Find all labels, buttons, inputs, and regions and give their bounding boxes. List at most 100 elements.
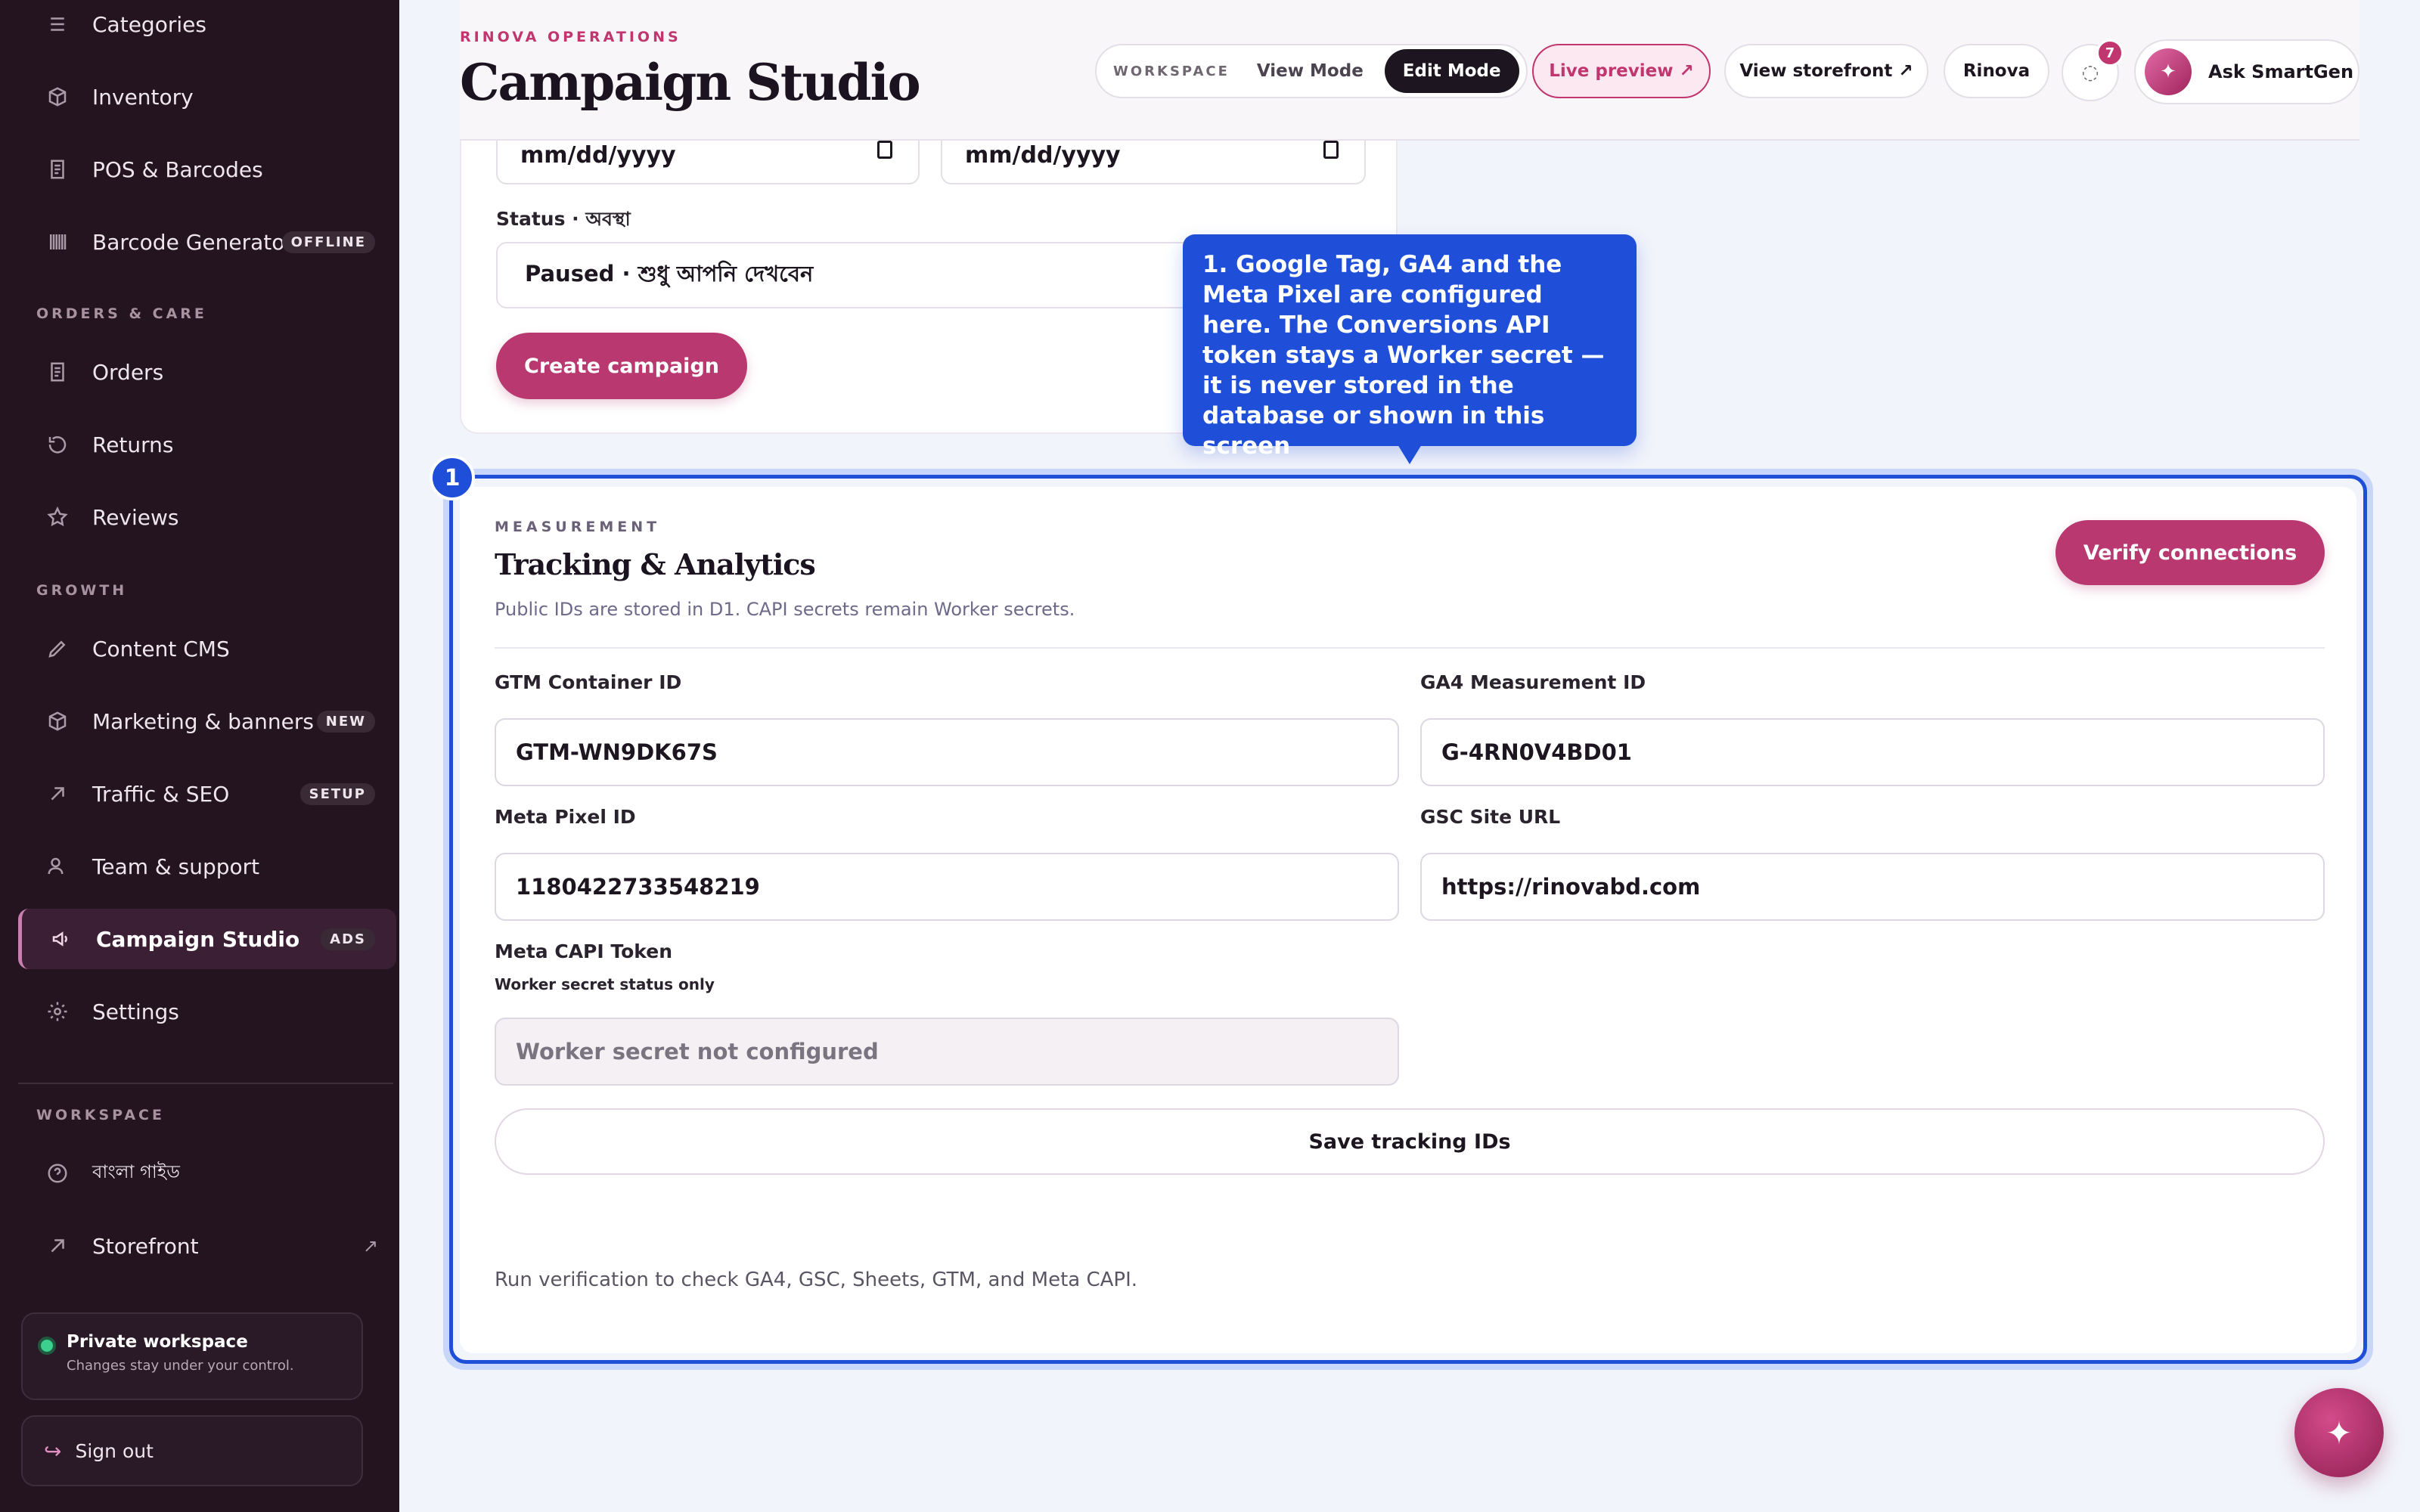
- tracking-analytics-card: MEASUREMENT Tracking & Analytics Public …: [460, 487, 2356, 1353]
- sidebar-item-inventory[interactable]: Inventory: [18, 67, 396, 127]
- start-date-placeholder: mm/dd/yyyy: [520, 141, 676, 169]
- status-badge: OFFLINE: [281, 231, 375, 253]
- users-icon: [42, 851, 73, 881]
- mode-toggle-label: WORKSPACE: [1113, 63, 1230, 79]
- megaphone-icon: [46, 924, 76, 954]
- verification-hint: Run verification to check GA4, GSC, Shee…: [495, 1269, 1138, 1291]
- box-icon: [42, 706, 73, 736]
- meta-capi-sublabel: Worker secret status only: [495, 975, 715, 993]
- sidebar-item-marketing-banners[interactable]: Marketing & banners NEW: [18, 691, 396, 751]
- status-dot-icon: [41, 1340, 53, 1352]
- meta-pixel-id-input[interactable]: 1180422733548219: [495, 853, 1399, 921]
- create-campaign-button[interactable]: Create campaign: [496, 333, 747, 399]
- verify-connections-button[interactable]: Verify connections: [2055, 520, 2325, 585]
- notification-count-badge: 7: [2096, 39, 2124, 67]
- sidebar-item-team-support[interactable]: Team & support: [18, 836, 396, 897]
- help-circle-icon: [42, 1158, 73, 1188]
- sidebar-item-traffic-seo[interactable]: Traffic & SEO SETUP: [18, 764, 396, 824]
- sign-out-label: Sign out: [75, 1439, 154, 1462]
- gsc-label: GSC Site URL: [1420, 806, 1561, 828]
- sidebar-item-pos-barcodes[interactable]: POS & Barcodes: [18, 139, 396, 200]
- end-date-placeholder: mm/dd/yyyy: [965, 141, 1121, 169]
- private-workspace-card: Private workspace Changes stay under you…: [21, 1312, 363, 1400]
- sidebar-item-label: Storefront: [92, 1233, 199, 1259]
- tour-tooltip: 1. Google Tag, GA4 and the Meta Pixel ar…: [1183, 234, 1637, 460]
- live-preview-button[interactable]: Live preview ↗: [1532, 44, 1711, 98]
- view-storefront-button[interactable]: View storefront ↗: [1724, 44, 1928, 98]
- sidebar-item-orders[interactable]: Orders: [18, 342, 396, 402]
- sidebar-item-label: Inventory: [92, 84, 194, 110]
- store-switcher-button[interactable]: Rinova: [1944, 44, 2049, 98]
- barcode-icon: [42, 227, 73, 257]
- sidebar-item-content-cms[interactable]: Content CMS: [18, 618, 396, 679]
- tour-step-badge: 1: [430, 455, 475, 500]
- meta-capi-token-field: Worker secret not configured: [495, 1018, 1399, 1086]
- refresh-icon: [42, 429, 73, 460]
- sidebar-item-campaign-studio[interactable]: Campaign Studio ADS: [18, 909, 396, 969]
- ask-smartgen-button[interactable]: ✦ Ask SmartGen: [2134, 39, 2360, 104]
- section-subtitle: Public IDs are stored in D1. CAPI secret…: [495, 599, 1075, 620]
- tour-tooltip-arrow: [1398, 445, 1422, 464]
- private-workspace-title: Private workspace: [67, 1332, 248, 1352]
- receipt-icon: [42, 154, 73, 184]
- sidebar-item-label: Team & support: [92, 854, 260, 879]
- notifications-button[interactable]: ◌ 7: [2062, 39, 2124, 101]
- loading-indicator-icon: ◌: [2081, 61, 2099, 84]
- gear-icon: [42, 996, 73, 1027]
- sign-out-icon: ↪: [44, 1438, 62, 1464]
- gtm-container-id-input[interactable]: GTM-WN9DK67S: [495, 718, 1399, 786]
- sidebar-item-label: POS & Barcodes: [92, 156, 263, 182]
- sidebar-item-label: Content CMS: [92, 636, 230, 662]
- sidebar-divider: [18, 1083, 393, 1084]
- edit-mode-button[interactable]: Edit Mode: [1384, 49, 1519, 93]
- arrow-up-right-icon: [42, 1231, 73, 1261]
- calendar-icon[interactable]: [877, 141, 892, 159]
- section-heading-growth: GROWTH: [36, 582, 128, 599]
- sidebar-item-label: Orders: [92, 359, 164, 385]
- arrow-up-right-icon: [42, 779, 73, 809]
- meta-capi-label: Meta CAPI Token: [495, 940, 672, 962]
- status-badge: SETUP: [299, 783, 375, 805]
- sparkle-icon: ✦: [2145, 48, 2192, 95]
- sidebar-item-storefront[interactable]: Storefront ↗: [18, 1216, 396, 1276]
- page-title: Campaign Studio: [460, 53, 921, 112]
- assistant-fab-button[interactable]: ✦: [2294, 1388, 2384, 1477]
- section-heading-orders: ORDERS & CARE: [36, 305, 207, 322]
- save-tracking-ids-button[interactable]: Save tracking IDs: [495, 1108, 2325, 1175]
- private-workspace-subtitle: Changes stay under your control.: [67, 1358, 294, 1374]
- external-link-icon: ↗: [362, 1235, 378, 1256]
- sidebar-item-label: বাংলা গাইড: [92, 1161, 180, 1182]
- sidebar-item-barcode-generator[interactable]: Barcode Generator OFFLINE: [18, 212, 396, 272]
- gsc-site-url-input[interactable]: https://rinovabd.com: [1420, 853, 2325, 921]
- mode-toggle: WORKSPACE View Mode Edit Mode: [1095, 44, 1528, 98]
- meta-pixel-label: Meta Pixel ID: [495, 806, 636, 828]
- sidebar-item-returns[interactable]: Returns: [18, 414, 396, 475]
- sidebar-item-reviews[interactable]: Reviews: [18, 487, 396, 547]
- sidebar-item-categories[interactable]: Categories: [18, 0, 396, 54]
- status-badge: NEW: [316, 711, 375, 733]
- sidebar-item-label: Returns: [92, 432, 174, 457]
- section-eyebrow: MEASUREMENT: [495, 519, 661, 535]
- sidebar-item-label: Settings: [92, 999, 179, 1024]
- gtm-label: GTM Container ID: [495, 671, 682, 693]
- sign-out-button[interactable]: ↪ Sign out: [21, 1415, 363, 1486]
- star-icon: [42, 502, 73, 532]
- ask-smartgen-label: Ask SmartGen: [2208, 61, 2354, 82]
- sidebar-item-label: Categories: [92, 11, 206, 37]
- section-title: Tracking & Analytics: [495, 547, 816, 581]
- sidebar-item-label: Reviews: [92, 504, 179, 530]
- sparkle-icon: ✦: [2325, 1414, 2353, 1452]
- box-icon: [42, 82, 73, 112]
- sidebar-item-bangla-guide[interactable]: বাংলা গাইড: [18, 1143, 396, 1204]
- pencil-icon: [42, 634, 73, 664]
- ga4-measurement-id-input[interactable]: G-4RN0V4BD01: [1420, 718, 2325, 786]
- divider: [495, 647, 2325, 649]
- ga4-label: GA4 Measurement ID: [1420, 671, 1646, 693]
- list-icon: [42, 9, 73, 39]
- section-heading-workspace: WORKSPACE: [36, 1107, 165, 1123]
- page-eyebrow: RINOVA OPERATIONS: [460, 29, 681, 45]
- status-label: Status · অবস্থা: [496, 208, 631, 230]
- view-mode-button[interactable]: View Mode: [1257, 61, 1364, 81]
- calendar-icon[interactable]: [1323, 141, 1339, 159]
- sidebar-item-settings[interactable]: Settings: [18, 981, 396, 1042]
